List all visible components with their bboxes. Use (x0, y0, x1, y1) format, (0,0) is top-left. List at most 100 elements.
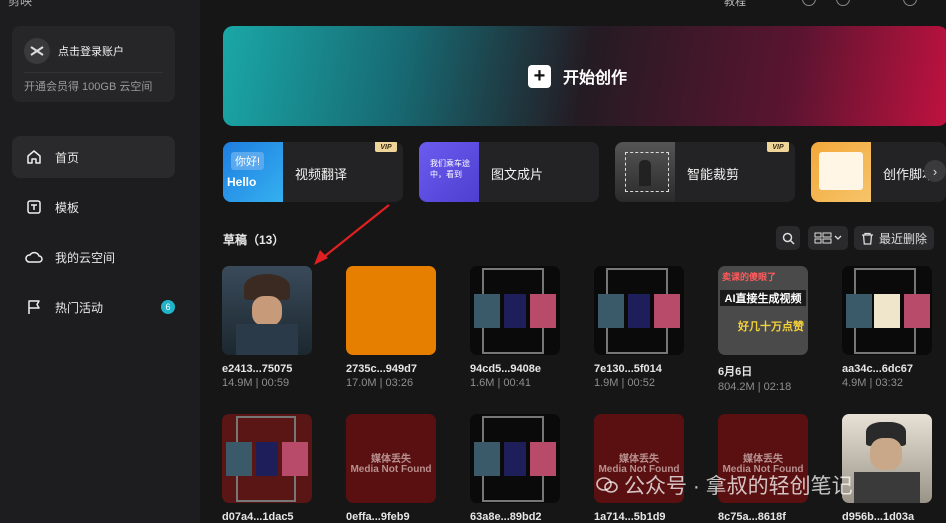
draft-item[interactable]: 媒体丢失 Media Not Found 8c75a...8618f (718, 414, 808, 523)
thumb-text: 卖课的傻眼了 (722, 272, 777, 282)
account-divider (24, 72, 163, 73)
draft-meta: 1.9M | 00:52 (594, 377, 655, 389)
tool-video-translate[interactable]: 你好! Hello 视频翻译 VIP (223, 142, 403, 202)
home-icon (25, 148, 43, 166)
draft-thumbnail (470, 266, 560, 355)
shield-icon[interactable] (836, 0, 850, 6)
tool-image-to-video[interactable]: 我们乘车途中，看到 图文成片 (419, 142, 599, 202)
draft-name: 2735c...949d7 (346, 363, 417, 375)
thumb-text: Hello (227, 175, 257, 189)
script-thumbnail (811, 142, 871, 202)
draft-name: 1a714...5b1d9 (594, 511, 666, 523)
watermark: 公众号 · 拿叔的轻创笔记 (596, 470, 853, 500)
draft-name: aa34c...6dc67 (842, 363, 913, 375)
draft-thumbnail (346, 266, 436, 355)
smart-crop-thumbnail (615, 142, 675, 202)
tool-label: 视频翻译 (295, 167, 348, 182)
draft-item[interactable]: 2735c...949d7 17.0M | 03:26 (346, 266, 436, 389)
draft-thumbnail (222, 266, 312, 355)
draft-name: 7e130...5f014 (594, 363, 662, 375)
sidebar-item-label: 我的云空间 (55, 250, 116, 265)
sidebar: 剪映 点击登录账户 开通会员得 100GB 云空间 首页 模板 我的云空间 热门… (0, 0, 200, 523)
tool-label: 图文成片 (491, 167, 544, 182)
draft-thumbnail (470, 414, 560, 503)
draft-item[interactable]: e2413...75075 14.9M | 00:59 (222, 266, 312, 389)
thumb-text: AI直接生成视频 (720, 290, 806, 306)
video-translate-thumbnail: 你好! Hello (223, 142, 283, 202)
image-to-video-thumbnail: 我们乘车途中，看到 (419, 142, 479, 202)
draft-name: 6月6日 (718, 366, 753, 378)
search-icon (782, 232, 795, 245)
account-card[interactable]: 点击登录账户 开通会员得 100GB 云空间 (12, 26, 175, 102)
tool-label: 智能裁剪 (687, 167, 740, 182)
draft-name: e2413...75075 (222, 363, 293, 375)
plus-icon: + (528, 64, 551, 88)
cloud-icon (25, 248, 43, 266)
recent-delete-button[interactable]: 最近删除 (854, 226, 934, 250)
tool-smart-crop[interactable]: 智能裁剪 VIP (615, 142, 795, 202)
draft-item[interactable]: d956b...1d03a (842, 414, 932, 523)
draft-thumbnail: 卖课的傻眼了 AI直接生成视频 好几十万点赞 (718, 266, 808, 355)
drafts-title: 草稿（13） (223, 233, 285, 247)
draft-item[interactable]: 媒体丢失 Media Not Found 0effa...9feb9 (346, 414, 436, 523)
draft-thumbnail (842, 414, 932, 503)
draft-meta: 1.6M | 00:41 (470, 377, 531, 389)
draft-thumbnail (222, 414, 312, 503)
vip-badge: VIP (375, 142, 397, 152)
vip-badge: VIP (767, 142, 789, 152)
thumb-text: 好几十万点赞 (738, 321, 804, 333)
media-missing-text: 媒体丢失 (743, 454, 783, 465)
sidebar-item-label: 首页 (55, 150, 80, 165)
draft-item[interactable]: 媒体丢失 Media Not Found 1a714...5b1d9 (594, 414, 684, 523)
draft-name: d956b...1d03a (842, 511, 915, 523)
sidebar-item-label: 热门活动 (55, 300, 104, 315)
thumb-text: 我们乘车途中，看到 (430, 159, 470, 179)
draft-name: 8c75a...8618f (718, 511, 786, 523)
template-icon (25, 198, 43, 216)
wechat-icon (596, 477, 618, 493)
sidebar-item-cloud[interactable]: 我的云空间 (12, 236, 175, 278)
draft-name: 63a8e...89bd2 (470, 511, 542, 523)
sidebar-item-events[interactable]: 热门活动 (12, 286, 175, 328)
start-creation-banner[interactable]: + 开始创作 (223, 26, 946, 126)
draft-name: d07a4...1dac5 (222, 511, 294, 523)
sidebar-item-templates[interactable]: 模板 (12, 186, 175, 228)
thumb-text: 你好! (231, 152, 265, 170)
trash-icon (861, 232, 873, 245)
start-creation-label: 开始创作 (563, 70, 628, 87)
settings-icon[interactable] (903, 0, 917, 6)
draft-item[interactable]: 卖课的傻眼了 AI直接生成视频 好几十万点赞 6月6日 804.2M | 02:… (718, 266, 808, 393)
watermark-text: 公众号 · 拿叔的轻创笔记 (624, 475, 853, 498)
sidebar-item-label: 模板 (55, 200, 80, 215)
account-vip-promo[interactable]: 开通会员得 100GB 云空间 (24, 78, 152, 94)
draft-meta: 804.2M | 02:18 (718, 381, 792, 393)
chevron-right-icon[interactable]: › (924, 160, 946, 182)
draft-name: 94cd5...9408e (470, 363, 541, 375)
draft-item[interactable]: 63a8e...89bd2 (470, 414, 560, 523)
draft-meta: 17.0M | 03:26 (346, 377, 414, 389)
media-missing-text: Media Not Found (350, 464, 432, 475)
search-button[interactable] (776, 226, 800, 250)
tutorial-link[interactable]: 教程 (724, 0, 746, 9)
draft-meta: 14.9M | 00:59 (222, 377, 290, 389)
draft-item[interactable]: 7e130...5f014 1.9M | 00:52 (594, 266, 684, 389)
feedback-icon[interactable] (802, 0, 816, 6)
view-mode-button[interactable] (808, 226, 848, 250)
recent-delete-label: 最近删除 (878, 231, 927, 246)
draft-item[interactable]: d07a4...1dac5 (222, 414, 312, 523)
draft-item[interactable]: aa34c...6dc67 4.9M | 03:32 (842, 266, 932, 389)
tutorial-label: 教程 (724, 0, 746, 8)
capcut-logo-icon (24, 38, 50, 64)
events-count-badge: 6 (161, 300, 175, 314)
sidebar-item-home[interactable]: 首页 (12, 136, 175, 178)
media-missing-text: 媒体丢失 (371, 454, 411, 465)
draft-name: 0effa...9feb9 (346, 511, 410, 523)
app-title: 剪映 (8, 0, 33, 8)
flag-icon (25, 298, 43, 316)
grid-view-icon (814, 232, 842, 244)
draft-item[interactable]: 94cd5...9408e 1.6M | 00:41 (470, 266, 560, 389)
draft-meta: 4.9M | 03:32 (842, 377, 903, 389)
media-missing-text: 媒体丢失 (619, 454, 659, 465)
draft-thumbnail (842, 266, 932, 355)
account-login-link[interactable]: 点击登录账户 (58, 43, 124, 59)
